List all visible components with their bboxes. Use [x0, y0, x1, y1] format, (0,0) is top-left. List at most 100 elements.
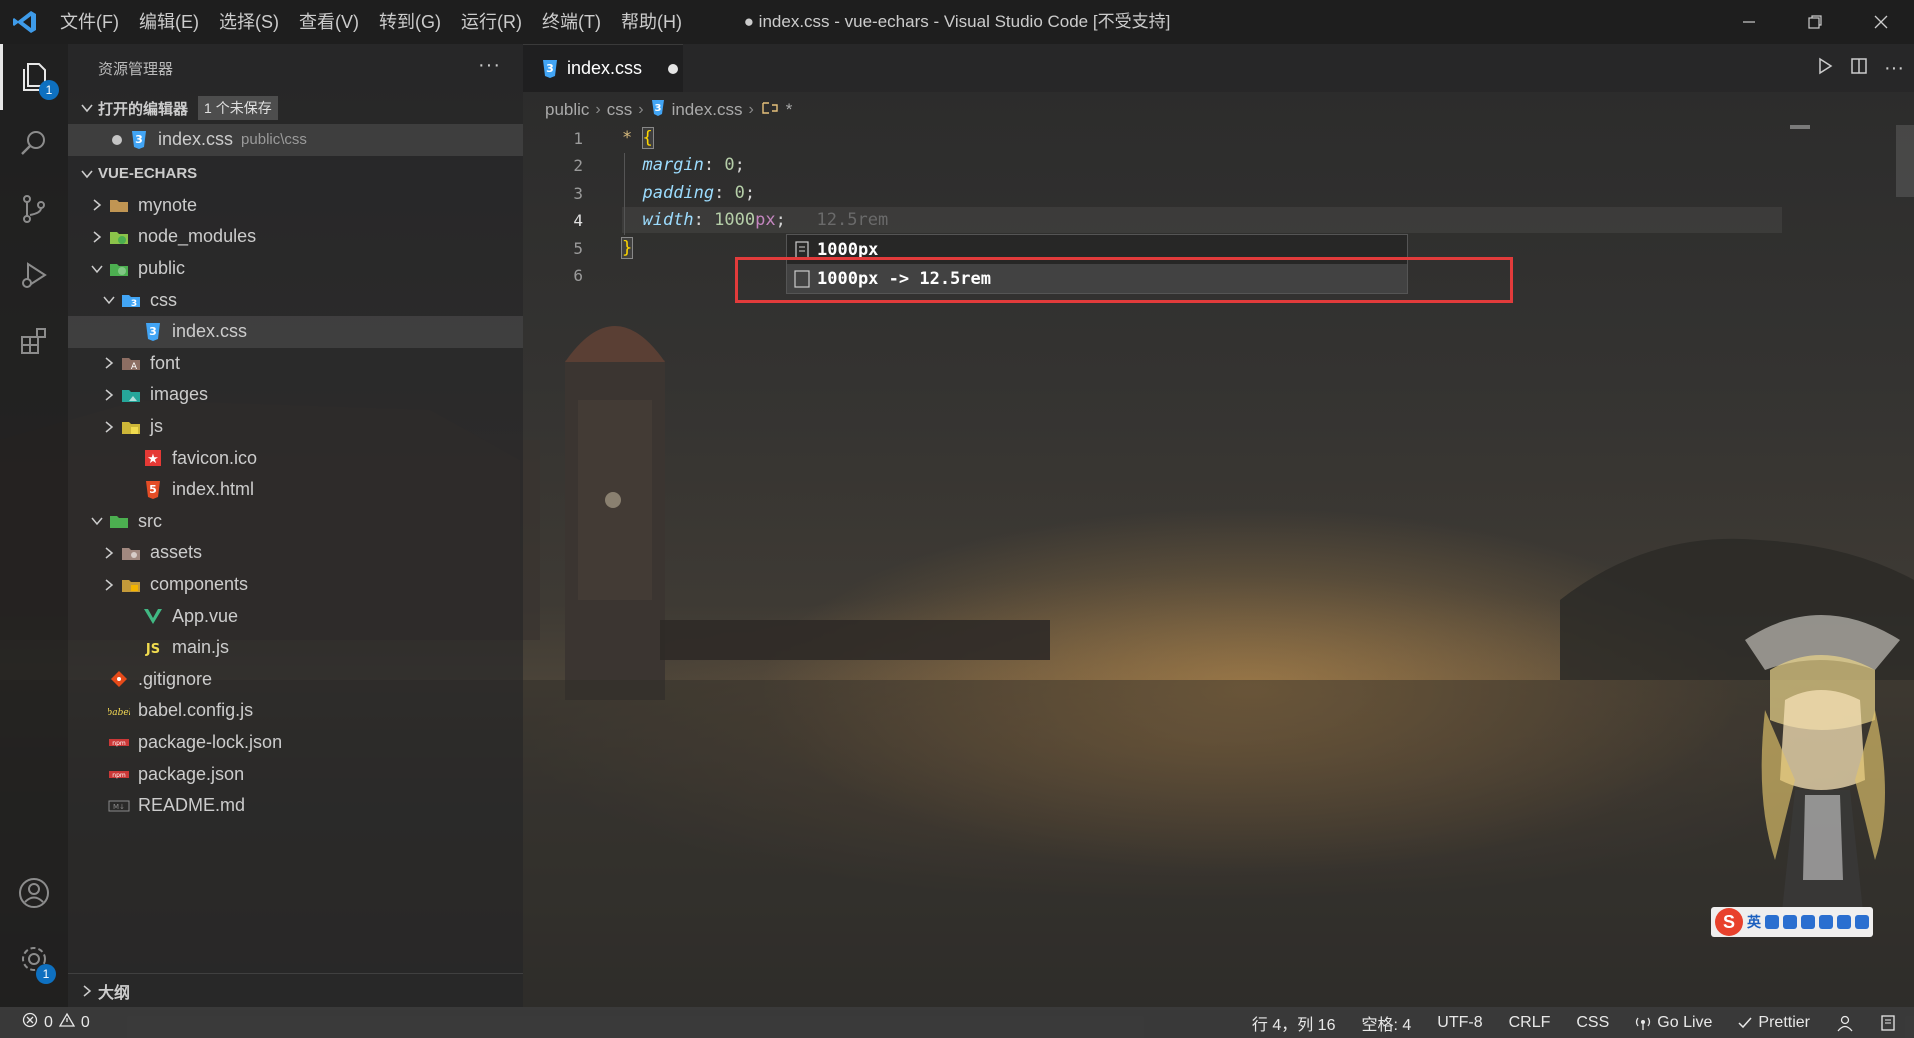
svg-text:3: 3 — [546, 62, 554, 75]
cursor-position[interactable]: 行 4，列 16 — [1252, 1011, 1336, 1035]
notifications-button[interactable] — [1880, 1014, 1898, 1032]
tree-item-index-css[interactable]: 3 index.css — [68, 315, 523, 348]
window-controls — [1716, 0, 1914, 44]
ime-keyboard-icon[interactable] — [1819, 915, 1833, 929]
search-icon — [21, 131, 45, 155]
run-debug-activity[interactable] — [0, 242, 68, 308]
ime-tools-icon[interactable] — [1855, 915, 1869, 929]
css-folder-icon: 3 — [120, 289, 142, 311]
tree-item-images[interactable]: images — [68, 379, 523, 411]
go-live-button[interactable]: Go Live — [1635, 1014, 1712, 1032]
tree-item-index-html[interactable]: 5 index.html — [68, 474, 523, 506]
tree-item-main-js[interactable]: JS main.js — [68, 632, 523, 664]
problems-indicator[interactable]: 0 0 — [0, 1012, 90, 1033]
restore-button[interactable] — [1782, 0, 1848, 44]
chevron-down-icon — [86, 262, 108, 276]
run-button[interactable] — [1816, 57, 1834, 80]
open-editor-item[interactable]: 3 index.css public\css — [68, 124, 523, 156]
minimize-button[interactable] — [1716, 0, 1782, 44]
menu-view[interactable]: 查看(V) — [289, 0, 369, 44]
tree-item-label: font — [150, 352, 181, 373]
extensions-activity[interactable] — [0, 308, 68, 374]
source-control-activity[interactable] — [0, 176, 68, 242]
breadcrumb-file[interactable]: index.css — [672, 100, 743, 120]
folder-icon — [108, 194, 130, 216]
tree-item-js[interactable]: js — [68, 411, 523, 443]
ime-emoji-icon[interactable] — [1783, 915, 1797, 929]
assets-folder-icon — [120, 542, 142, 564]
menu-help[interactable]: 帮助(H) — [611, 0, 692, 44]
accounts-activity[interactable] — [0, 860, 68, 926]
explorer-title: 资源管理器 — [98, 60, 174, 78]
tree-item-favicon[interactable]: ★ favicon.ico — [68, 442, 523, 474]
close-window-button[interactable] — [1848, 0, 1914, 44]
tree-item-babel-config[interactable]: babel babel.config.js — [68, 695, 523, 727]
menu-edit[interactable]: 编辑(E) — [129, 0, 209, 44]
language-mode[interactable]: CSS — [1576, 1014, 1609, 1032]
tree-item-node-modules[interactable]: node_modules — [68, 221, 523, 253]
chevron-down-icon — [86, 514, 108, 528]
vertical-scrollbar[interactable] — [1896, 125, 1914, 197]
breadcrumb-css[interactable]: css — [607, 100, 633, 120]
ime-skin-icon[interactable] — [1837, 915, 1851, 929]
feedback-icon — [1837, 1015, 1853, 1031]
css-value: 0 — [734, 182, 745, 203]
tree-item-font[interactable]: A font — [68, 348, 523, 380]
open-editors-section[interactable]: 打开的编辑器 1 个未保存 — [68, 92, 523, 124]
js-file-icon: JS — [142, 637, 164, 659]
project-section[interactable]: VUE-ECHARS — [68, 158, 523, 190]
unsaved-dot-icon[interactable] — [668, 63, 679, 74]
indentation[interactable]: 空格: 4 — [1361, 1011, 1411, 1035]
tree-item-package-json[interactable]: npm package.json — [68, 758, 523, 790]
tree-item-package-lock[interactable]: npm package-lock.json — [68, 727, 523, 759]
tree-item-mynote[interactable]: mynote — [68, 190, 523, 222]
encoding[interactable]: UTF-8 — [1437, 1014, 1482, 1032]
prettier-button[interactable]: Prettier — [1738, 1014, 1810, 1032]
ime-microphone-icon[interactable] — [1801, 915, 1815, 929]
menu-file[interactable]: 文件(F) — [50, 0, 129, 44]
minimize-icon — [1743, 21, 1755, 23]
components-folder-icon — [120, 574, 142, 596]
menu-run[interactable]: 运行(R) — [451, 0, 532, 44]
split-editor-button[interactable] — [1850, 57, 1868, 80]
tree-item-gitignore[interactable]: .gitignore — [68, 664, 523, 696]
menu-selection[interactable]: 选择(S) — [209, 0, 289, 44]
vue-file-icon — [142, 605, 164, 627]
breadcrumb-symbol[interactable]: * — [786, 100, 793, 120]
end-of-line[interactable]: CRLF — [1509, 1014, 1551, 1032]
more-actions-button[interactable]: ··· — [478, 54, 501, 77]
explorer-header: 资源管理器 ··· — [68, 44, 523, 92]
ime-mode-toggle[interactable]: 英 — [1747, 912, 1761, 932]
manage-activity[interactable]: 1 — [0, 926, 68, 992]
chevron-down-icon — [98, 293, 120, 307]
open-editors-label: 打开的编辑器 — [98, 100, 189, 118]
menu-go[interactable]: 转到(G) — [369, 0, 451, 44]
explorer-activity[interactable]: 1 — [0, 44, 68, 110]
line-number: 4 — [573, 211, 583, 231]
tree-item-label: babel.config.js — [138, 700, 254, 721]
ime-logo-icon[interactable]: S — [1715, 908, 1743, 936]
menu-terminal[interactable]: 终端(T) — [532, 0, 611, 44]
tree-item-css[interactable]: 3 css — [68, 284, 523, 316]
tree-item-public[interactable]: public — [68, 253, 523, 285]
chevron-right-icon — [86, 230, 108, 244]
ime-punctuation-icon[interactable] — [1765, 915, 1779, 929]
breadcrumb-public[interactable]: public — [545, 100, 589, 120]
tree-item-label: mynote — [138, 194, 198, 215]
outline-section[interactable]: 大纲 — [68, 973, 523, 1007]
svg-text:3: 3 — [149, 325, 157, 338]
tree-item-components[interactable]: components — [68, 569, 523, 601]
favicon-file-icon: ★ — [142, 447, 164, 469]
minimap[interactable] — [1790, 125, 1810, 129]
search-activity[interactable] — [0, 110, 68, 176]
tree-item-assets[interactable]: assets — [68, 537, 523, 569]
prettier-label: Prettier — [1758, 1013, 1810, 1031]
tree-item-app-vue[interactable]: App.vue — [68, 600, 523, 632]
tree-item-src[interactable]: src — [68, 506, 523, 538]
editor-more-button[interactable]: ··· — [1884, 57, 1904, 80]
feedback-button[interactable] — [1836, 1014, 1854, 1032]
tree-item-readme[interactable]: M↓ README.md — [68, 790, 523, 822]
open-editor-filename: index.css — [158, 129, 234, 150]
chevron-right-icon: › — [748, 101, 754, 118]
tab-index-css[interactable]: 3 index.css — [523, 44, 683, 92]
